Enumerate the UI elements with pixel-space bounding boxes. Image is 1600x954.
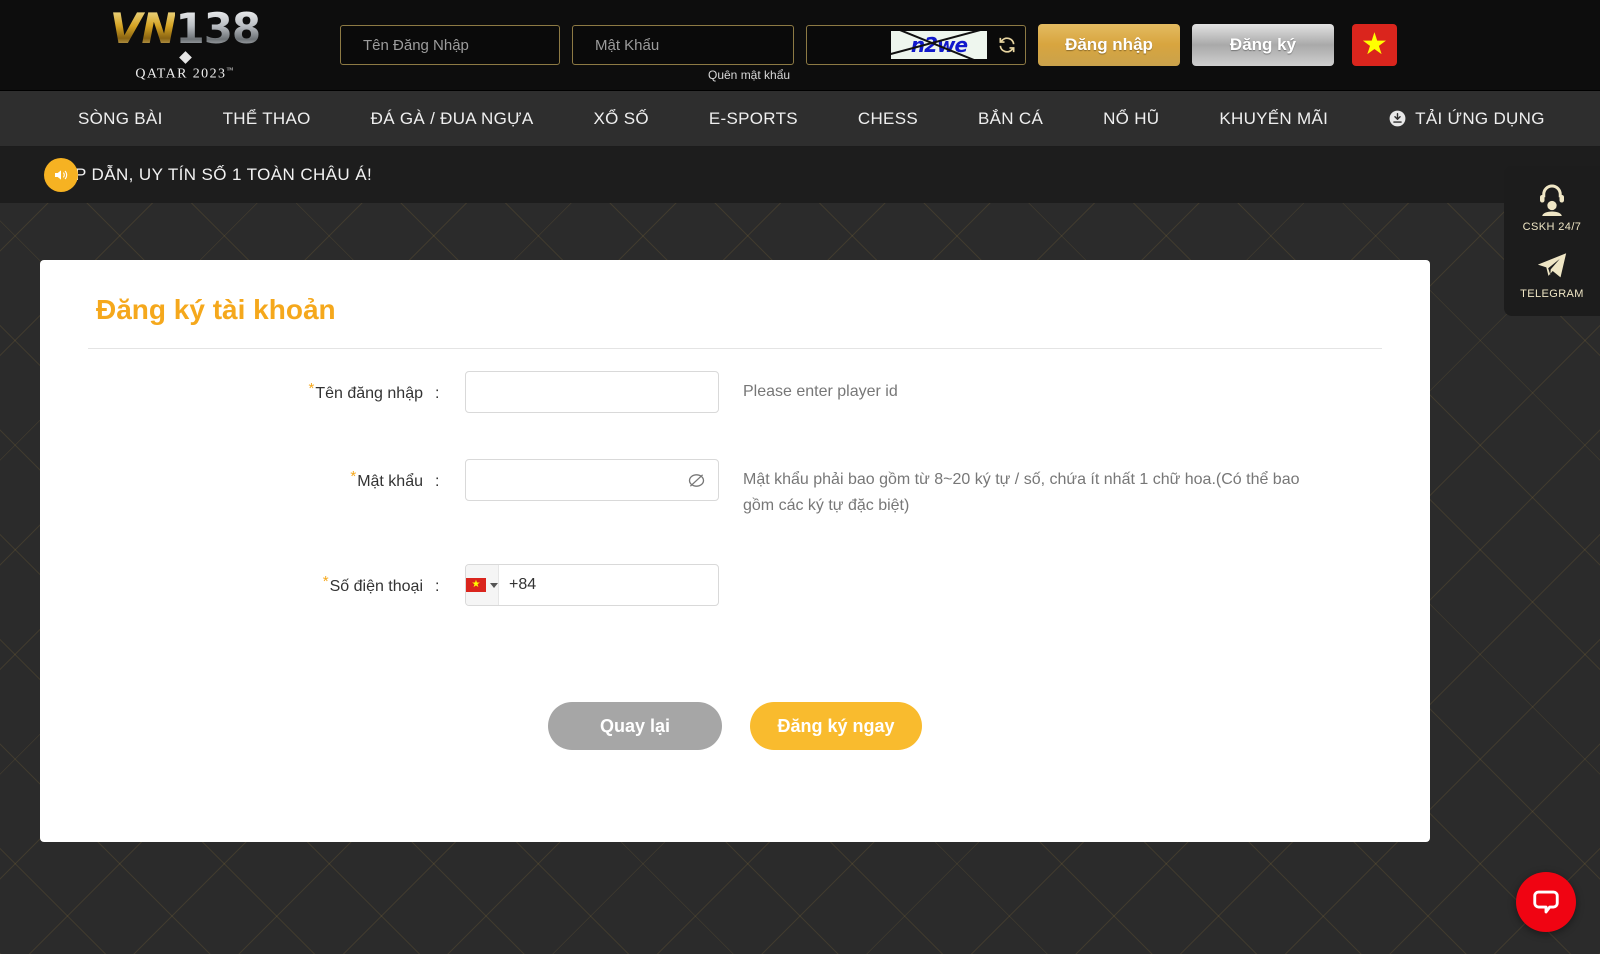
- nav-label: NỔ HŨ: [1103, 109, 1159, 129]
- captcha-field[interactable]: n2we: [806, 25, 1026, 65]
- logo-138-part: 138: [175, 4, 260, 53]
- username-label: *Tên đăng nhập: [40, 371, 435, 403]
- login-button[interactable]: Đăng nhập: [1038, 24, 1180, 66]
- nav-item-chess[interactable]: CHESS: [828, 109, 948, 129]
- phone-colon: :: [435, 564, 465, 596]
- username-input-wrap: [465, 371, 719, 413]
- diamond-icon: [179, 51, 192, 64]
- forgot-password-link[interactable]: Quên mật khẩu: [708, 68, 790, 82]
- password-visibility-icon[interactable]: [686, 470, 707, 491]
- nav-item-esports[interactable]: E-SPORTS: [679, 109, 828, 129]
- login-password-field[interactable]: [572, 25, 794, 65]
- nav-item-slots[interactable]: NỔ HŨ: [1073, 109, 1189, 129]
- phone-label-text: Số điện thoại: [330, 578, 423, 595]
- telegram-icon: [1533, 249, 1571, 283]
- registration-card: Đăng ký tài khoản *Tên đăng nhập : Pleas…: [40, 260, 1430, 842]
- flag-star-glyph: ★: [472, 580, 481, 590]
- login-password-input[interactable]: [595, 37, 794, 54]
- phone-input[interactable]: [499, 576, 719, 594]
- nav-item-promotions[interactable]: KHUYẾN MÃI: [1189, 109, 1358, 129]
- nav-item-casino[interactable]: SÒNG BÀI: [48, 109, 193, 129]
- telegram-widget-item[interactable]: TELEGRAM: [1520, 249, 1584, 300]
- logo-subtitle-text: QATAR 2023: [135, 66, 226, 81]
- logo-text: VN138: [110, 8, 260, 50]
- main-navigation: SÒNG BÀI THỂ THAO ĐÁ GÀ / ĐUA NGỰA XỔ SỐ…: [0, 91, 1600, 147]
- back-button[interactable]: Quay lại: [548, 702, 722, 750]
- nav-item-download-app[interactable]: TẢI ỨNG DỤNG: [1358, 109, 1575, 129]
- nav-label: THỂ THAO: [223, 109, 311, 129]
- vietnam-flag-icon: ★: [466, 578, 486, 592]
- login-username-field[interactable]: [340, 25, 560, 65]
- nav-label: XỔ SỐ: [594, 109, 649, 129]
- register-now-button[interactable]: Đăng ký ngay: [750, 702, 922, 750]
- password-input-wrap: [465, 459, 719, 501]
- nav-item-cockfight-horserace[interactable]: ĐÁ GÀ / ĐUA NGỰA: [341, 109, 564, 129]
- nav-item-sports[interactable]: THỂ THAO: [193, 109, 341, 129]
- password-label-text: Mật khẩu: [357, 473, 423, 490]
- nav-label: E-SPORTS: [709, 109, 798, 129]
- announcement-text: P DẪN, UY TÍN SỐ 1 TOÀN CHÂU Á!: [75, 165, 372, 185]
- chevron-down-icon: [490, 583, 498, 588]
- phone-label: *Số điện thoại: [40, 564, 435, 596]
- password-colon: :: [435, 459, 465, 491]
- top-bar: VN138 QATAR 2023™: [0, 0, 1600, 91]
- required-asterisk: *: [309, 380, 315, 397]
- speaker-icon: [44, 158, 78, 192]
- nav-label: SÒNG BÀI: [78, 109, 163, 129]
- live-chat-button[interactable]: [1516, 872, 1576, 932]
- nav-item-lottery[interactable]: XỔ SỐ: [564, 109, 679, 129]
- floating-support-widget: CSKH 24/7 TELEGRAM: [1504, 166, 1600, 316]
- download-icon: [1388, 109, 1407, 128]
- form-actions: Quay lại Đăng ký ngay: [40, 702, 1430, 750]
- language-selector[interactable]: ★: [1352, 24, 1397, 66]
- username-colon: :: [435, 371, 465, 403]
- logo-subtitle: QATAR 2023™: [135, 66, 234, 83]
- logo-vn-part: VN: [110, 4, 176, 53]
- password-label: *Mật khẩu: [40, 459, 435, 491]
- country-code-selector[interactable]: ★: [466, 565, 499, 605]
- form-row-phone: *Số điện thoại : ★: [40, 564, 1430, 606]
- username-label-text: Tên đăng nhập: [315, 385, 423, 402]
- speaker-glyph: [52, 167, 70, 183]
- required-asterisk: *: [323, 573, 329, 590]
- nav-label: KHUYẾN MÃI: [1219, 109, 1328, 129]
- phone-input-group: ★: [465, 564, 719, 606]
- registration-form: *Tên đăng nhập : Please enter player id …: [40, 349, 1430, 750]
- vietnam-flag-icon: ★: [1361, 30, 1388, 60]
- refresh-icon[interactable]: [997, 35, 1017, 55]
- chat-bubble-icon: [1531, 887, 1561, 917]
- trademark-icon: ™: [226, 66, 234, 74]
- password-input[interactable]: [465, 459, 719, 501]
- support-widget-label: CSKH 24/7: [1523, 221, 1582, 233]
- password-hint: Mật khẩu phải bao gồm từ 8~20 ký tự / số…: [743, 459, 1313, 518]
- page-root: VN138 QATAR 2023™: [0, 0, 1600, 954]
- page-title: Đăng ký tài khoản: [40, 260, 1430, 326]
- headset-icon: [1533, 180, 1571, 216]
- support-widget-item[interactable]: CSKH 24/7: [1523, 180, 1582, 233]
- form-row-username: *Tên đăng nhập : Please enter player id: [40, 371, 1430, 413]
- login-username-input[interactable]: [363, 37, 562, 54]
- telegram-widget-label: TELEGRAM: [1520, 288, 1584, 300]
- announcement-bar: P DẪN, UY TÍN SỐ 1 TOÀN CHÂU Á!: [0, 147, 1600, 203]
- nav-label: ĐÁ GÀ / ĐUA NGỰA: [371, 109, 534, 129]
- captcha-image: n2we: [891, 31, 987, 59]
- nav-label: TẢI ỨNG DỤNG: [1415, 109, 1545, 129]
- required-asterisk: *: [350, 468, 356, 485]
- register-button[interactable]: Đăng ký: [1192, 24, 1334, 66]
- username-input[interactable]: [465, 371, 719, 413]
- nav-label: BẮN CÁ: [978, 109, 1043, 129]
- form-row-password: *Mật khẩu : Mật khẩu phải bao gồm từ 8~2…: [40, 459, 1430, 518]
- site-logo[interactable]: VN138 QATAR 2023™: [0, 8, 340, 83]
- nav-label: CHESS: [858, 109, 918, 129]
- login-area: n2we Quên mật khẩu Đăng nhập Đăng ký ★: [340, 24, 1397, 66]
- nav-item-fishing[interactable]: BẮN CÁ: [948, 109, 1073, 129]
- username-hint: Please enter player id: [743, 371, 898, 413]
